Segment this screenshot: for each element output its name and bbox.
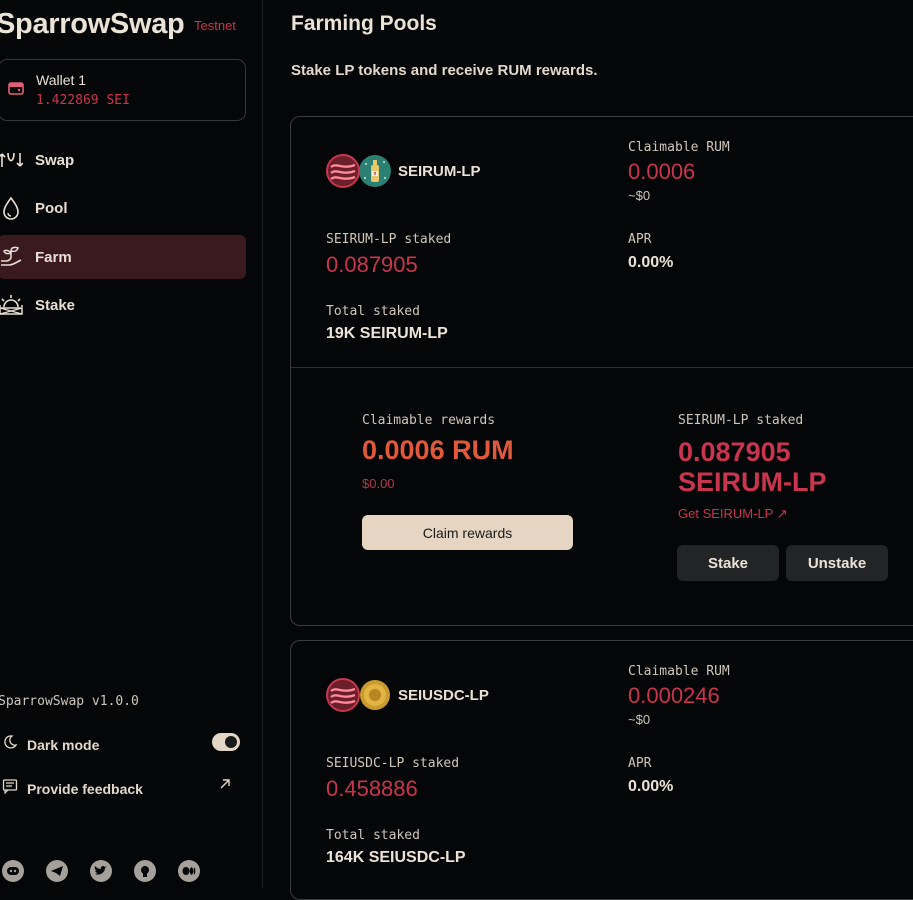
staked-value: 0.458886 <box>326 776 418 801</box>
page-subtitle: Stake LP tokens and receive RUM rewards. <box>291 62 598 79</box>
card-divider <box>291 367 913 368</box>
drop-icon <box>0 195 24 221</box>
wallet-name: Wallet 1 <box>36 72 87 88</box>
claimable-value: 0.000246 <box>628 683 720 708</box>
staked-label: SEIRUM-LP staked <box>326 232 452 247</box>
discord-icon[interactable] <box>2 860 24 882</box>
apr-label: APR <box>628 756 652 771</box>
claim-rewards-button[interactable]: Claim rewards <box>362 515 573 550</box>
staked-value: 0.087905 <box>326 252 418 277</box>
nav-pool[interactable]: Pool <box>0 186 246 230</box>
expanded-staked-value: 0.087905 SEIRUM-LP <box>678 437 908 497</box>
nav-label: Stake <box>35 296 76 314</box>
claimable-usd: ~$0 <box>628 188 651 203</box>
pool-card-seirum: SEIRUM-LP Claimable RUM 0.0006 ~$0 SEIRU… <box>290 116 913 626</box>
claimable-label: Claimable RUM <box>628 140 730 155</box>
rum-token-icon <box>358 154 392 188</box>
feedback-row[interactable]: Provide feedback <box>2 778 143 799</box>
wallet-card[interactable]: Wallet 1 1.422869 SEI <box>0 59 246 121</box>
pair-name: SEIUSDC-LP <box>398 687 489 704</box>
network-badge: Testnet <box>194 18 236 33</box>
total-staked-value: 164K SEIUSDC-LP <box>326 849 466 866</box>
get-lp-link[interactable]: Get SEIRUM-LP ↗ <box>678 506 788 522</box>
claimable-label: Claimable RUM <box>628 664 730 679</box>
claimable-rewards-usd: $0.00 <box>362 476 395 491</box>
external-link-icon[interactable] <box>218 777 232 796</box>
nav-swap[interactable]: Swap <box>0 138 246 182</box>
twitter-icon[interactable] <box>90 860 112 882</box>
claimable-usd: ~$0 <box>628 712 651 727</box>
sei-token-icon <box>326 154 360 188</box>
nav-stake[interactable]: Stake <box>0 283 246 327</box>
pair-icons <box>326 154 392 188</box>
wallet-icon <box>7 79 25 97</box>
staked-token: SEIRUM-LP <box>678 467 827 497</box>
total-staked-value: 19K SEIRUM-LP <box>326 325 448 342</box>
feedback-label: Provide feedback <box>27 780 143 797</box>
sunrise-icon <box>0 292 24 318</box>
unstake-button[interactable]: Unstake <box>786 545 888 581</box>
claimable-rewards-label: Claimable rewards <box>362 413 496 428</box>
nav-farm[interactable]: Farm <box>0 235 246 279</box>
github-icon[interactable] <box>134 860 156 882</box>
sei-token-icon <box>326 678 360 712</box>
page-title: Farming Pools <box>291 12 437 35</box>
moon-icon <box>2 734 18 755</box>
expanded-staked-label: SEIRUM-LP staked <box>678 413 804 428</box>
pair-icons <box>326 678 392 712</box>
pool-card-seiusdc: SEIUSDC-LP Claimable RUM 0.000246 ~$0 SE… <box>290 640 913 900</box>
claimable-value: 0.0006 <box>628 159 696 184</box>
dark-mode-label: Dark mode <box>27 736 100 753</box>
wallet-balance: 1.422869 SEI <box>36 93 130 108</box>
apr-label: APR <box>628 232 652 247</box>
nav-label: Farm <box>35 248 72 266</box>
nav-label: Swap <box>35 151 75 169</box>
total-staked-label: Total staked <box>326 304 420 319</box>
usdc-token-icon <box>358 678 392 712</box>
dark-mode-toggle[interactable] <box>212 733 240 751</box>
total-staked-label: Total staked <box>326 828 420 843</box>
telegram-icon[interactable] <box>46 860 68 882</box>
apr-value: 0.00% <box>628 254 674 271</box>
nav-label: Pool <box>35 199 68 217</box>
medium-icon[interactable] <box>178 860 200 882</box>
swap-icon <box>0 147 24 173</box>
staked-amount: 0.087905 <box>678 437 791 467</box>
plant-icon <box>0 244 24 270</box>
pair-name: SEIRUM-LP <box>398 163 481 180</box>
staked-label: SEIUSDC-LP staked <box>326 756 460 771</box>
feedback-icon <box>2 778 18 799</box>
social-links <box>2 860 200 882</box>
sidebar: SparrowSwap Testnet Wallet 1 1.422869 SE… <box>0 0 263 888</box>
app-version: SparrowSwap v1.0.0 <box>0 694 139 709</box>
stake-button[interactable]: Stake <box>677 545 779 581</box>
apr-value: 0.00% <box>628 778 674 795</box>
app-logo[interactable]: SparrowSwap <box>0 8 185 41</box>
dark-mode-row[interactable]: Dark mode <box>2 734 99 755</box>
claimable-rewards-value: 0.0006 RUM <box>362 435 514 465</box>
